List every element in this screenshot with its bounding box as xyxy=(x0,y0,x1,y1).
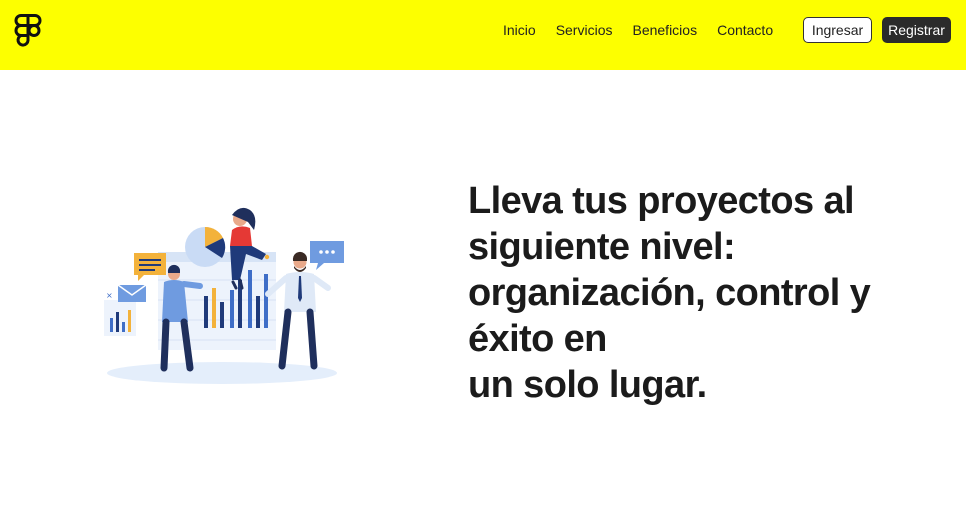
register-button[interactable]: Registrar xyxy=(882,17,951,43)
nav-link-inicio[interactable]: Inicio xyxy=(503,22,536,38)
nav-link-servicios[interactable]: Servicios xyxy=(556,22,613,38)
nav-links: Inicio Servicios Beneficios Contacto xyxy=(503,22,773,38)
navbar: Inicio Servicios Beneficios Contacto Ing… xyxy=(0,0,966,70)
nav-link-contacto[interactable]: Contacto xyxy=(717,22,773,38)
svg-text:×: × xyxy=(106,291,113,300)
hero-title-line: organización, control y xyxy=(468,272,871,314)
team-analytics-illustration: × xyxy=(104,207,344,384)
nav-link-beneficios[interactable]: Beneficios xyxy=(632,22,697,38)
hero-title-line: un solo lugar. xyxy=(468,364,707,406)
hero-title-line: siguiente nivel: xyxy=(468,226,736,268)
hero-title-line: Lleva tus proyectos al xyxy=(468,180,855,222)
hero-title-line: éxito en xyxy=(468,318,607,360)
login-button[interactable]: Ingresar xyxy=(803,17,872,43)
hero-title: Lleva tus proyectos al siguiente nivel: … xyxy=(468,178,938,408)
figma-logo-icon[interactable] xyxy=(14,13,42,47)
